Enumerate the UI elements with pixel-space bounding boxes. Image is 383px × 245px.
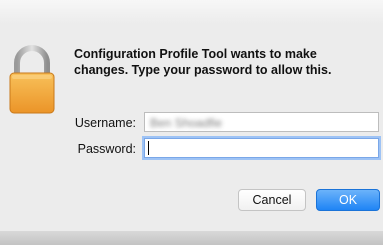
username-label: Username: bbox=[74, 116, 136, 130]
text-caret bbox=[148, 141, 149, 155]
password-label: Password: bbox=[77, 142, 136, 156]
lock-icon bbox=[8, 44, 56, 116]
dialog-message: Configuration Profile Tool wants to make… bbox=[74, 47, 332, 77]
cancel-button[interactable]: Cancel bbox=[238, 189, 306, 211]
dialog-top-strip bbox=[0, 0, 383, 24]
auth-dialog: Configuration Profile Tool wants to make… bbox=[0, 0, 383, 245]
ok-button[interactable]: OK bbox=[316, 189, 380, 211]
username-value: Ben Shoadfie bbox=[150, 116, 223, 130]
password-field[interactable] bbox=[144, 138, 379, 158]
dialog-bottom-strip bbox=[0, 231, 383, 245]
